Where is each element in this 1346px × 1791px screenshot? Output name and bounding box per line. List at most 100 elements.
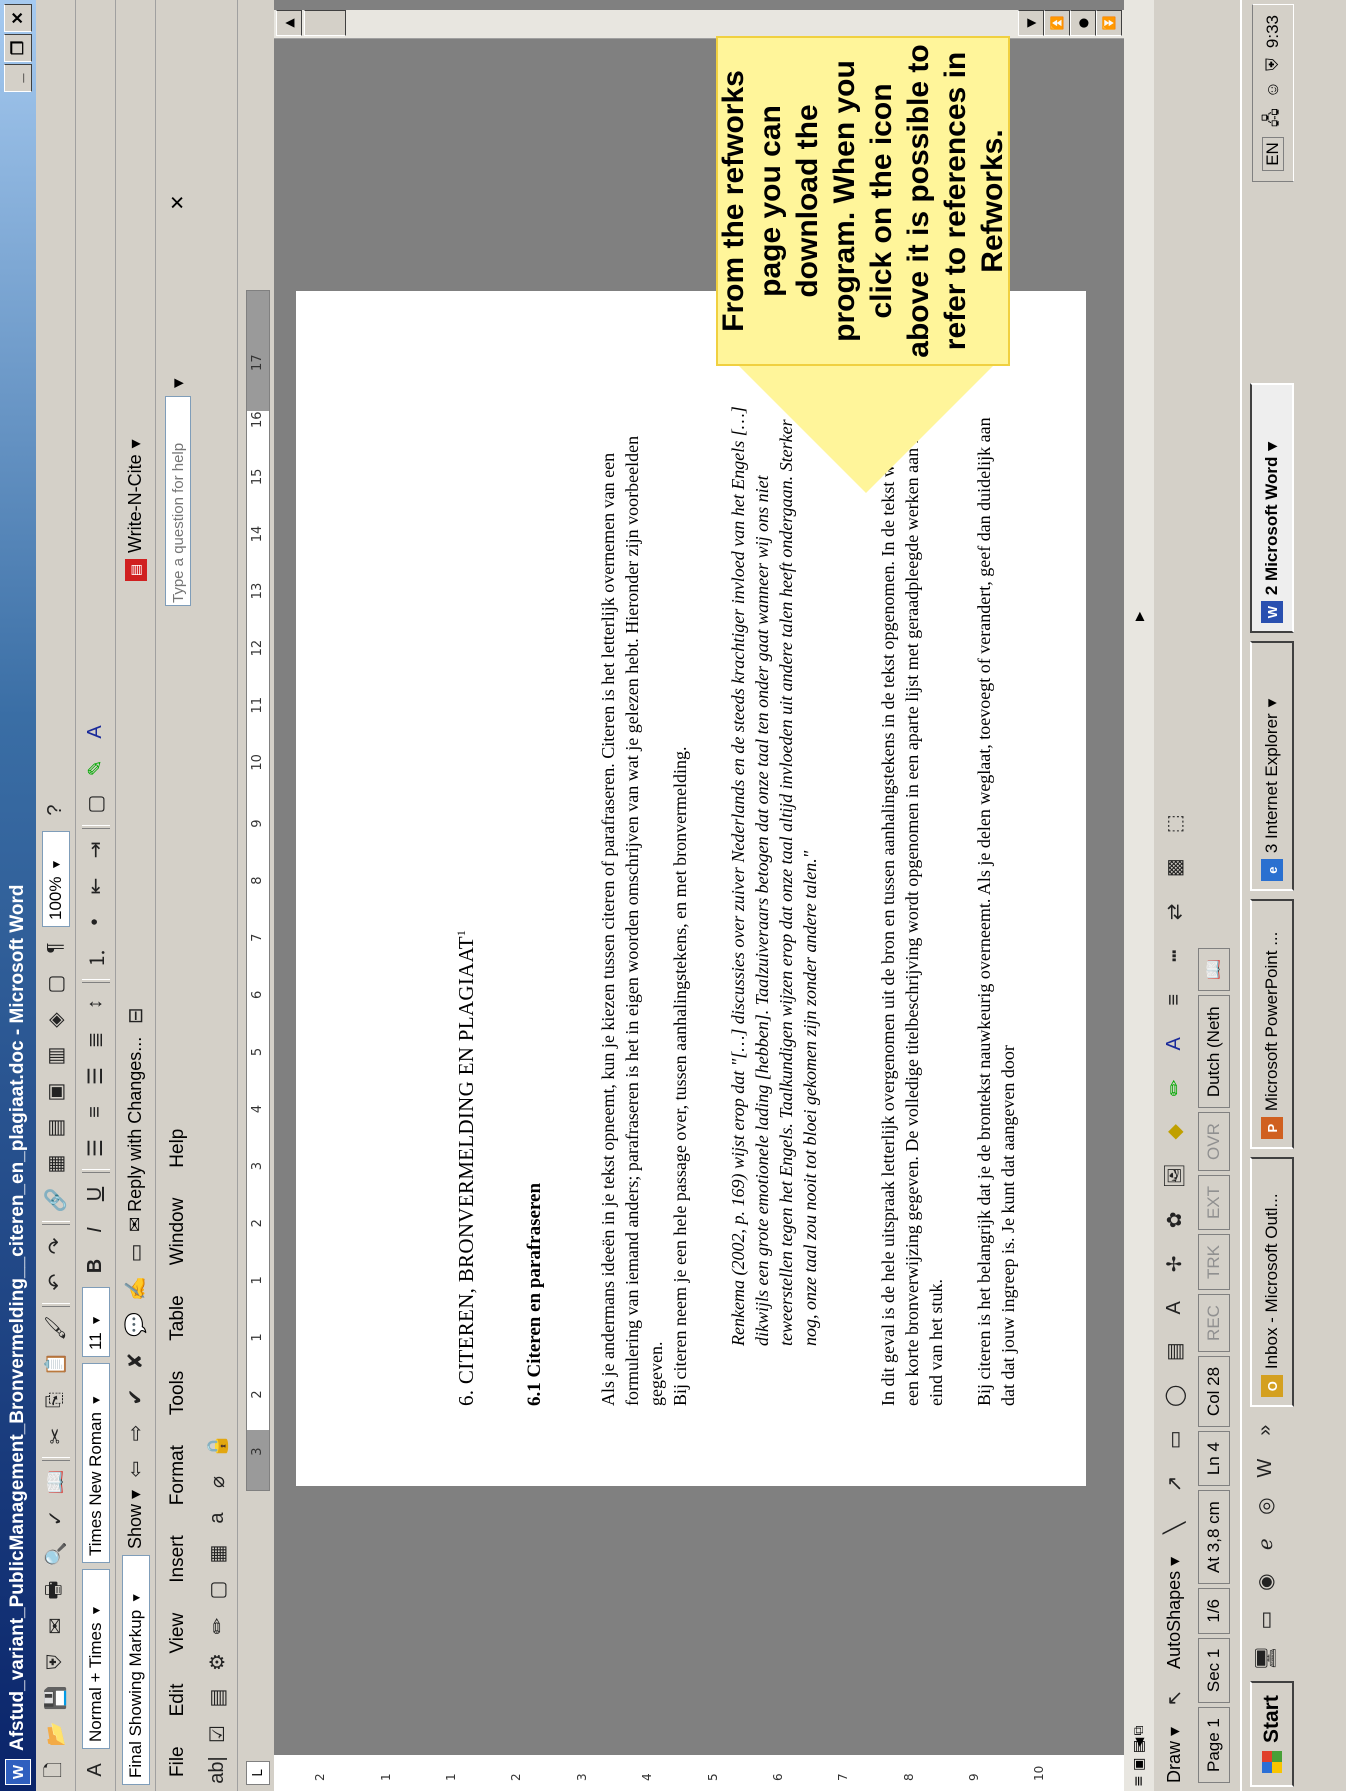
scroll-down-icon[interactable]: ▼ (1018, 10, 1044, 36)
oval-icon[interactable]: ◯ (1159, 1381, 1189, 1411)
accept-change-icon[interactable]: ✔ (121, 1382, 151, 1412)
desktop-icon[interactable]: 🖥 (1250, 1643, 1280, 1673)
restore-button[interactable]: ❐ (4, 34, 32, 62)
3d-icon[interactable]: ⬚ (1159, 809, 1189, 839)
dropdown-field-icon[interactable]: ▤ (203, 1683, 233, 1713)
tables-borders-icon[interactable]: ▦ (41, 1149, 71, 1179)
network-icon[interactable]: 🖧 (1259, 108, 1288, 127)
insert-table-icon[interactable]: ▤ (41, 1113, 71, 1143)
show-menu[interactable]: Show ▾ (125, 1490, 146, 1549)
help-search-input[interactable] (165, 396, 191, 606)
format-painter-icon[interactable]: 🖌 (41, 1313, 71, 1343)
print-icon[interactable]: 🖶 (41, 1575, 71, 1605)
select-browse-object-icon[interactable]: ● (1070, 10, 1096, 36)
menu-view[interactable]: View (167, 1613, 189, 1654)
end-review-icon[interactable]: ⊟ (121, 1001, 151, 1031)
draw-table-icon[interactable]: ✏ (203, 1611, 233, 1641)
autoshapes-menu[interactable]: AutoShapes ▾ (1164, 1557, 1185, 1669)
align-right-icon[interactable]: ☰ (81, 1061, 111, 1091)
menu-file[interactable]: File (167, 1746, 189, 1777)
insert-comment-icon[interactable]: 💬 (121, 1310, 151, 1340)
status-trk[interactable]: TRK (1198, 1234, 1230, 1291)
new-document-icon[interactable]: 🗋 (41, 1755, 71, 1785)
numbering-icon[interactable]: ⒈ (81, 943, 111, 973)
spelling-status-icon[interactable]: 📖 (1198, 948, 1230, 992)
reset-form-icon[interactable]: ⌀ (203, 1467, 233, 1497)
open-folder-icon[interactable]: 📂 (41, 1719, 71, 1749)
help-dropdown-icon[interactable]: ▾ (167, 378, 190, 388)
horizontal-scrollbar[interactable]: ≡ ▣ ▤ ⧉ ◀ ▶ (1124, 0, 1154, 1791)
save-icon[interactable]: 💾 (41, 1683, 71, 1713)
status-rec[interactable]: REC (1198, 1294, 1230, 1352)
copy-icon[interactable]: ⎘ (41, 1385, 71, 1415)
reviewing-pane-icon[interactable]: ▭ (121, 1238, 151, 1268)
menu-tools[interactable]: Tools (167, 1371, 189, 1415)
select-objects-icon[interactable]: ↖ (1159, 1683, 1189, 1713)
drawing-icon[interactable]: ◈ (41, 1005, 71, 1035)
menu-table[interactable]: Table (167, 1295, 189, 1340)
permission-icon[interactable]: ⛨ (41, 1647, 71, 1677)
style-select[interactable]: Normal + Times ▼ (81, 1569, 110, 1749)
messenger-icon[interactable]: ☺ (1263, 81, 1283, 98)
next-page-icon[interactable]: ⏬ (1096, 10, 1122, 36)
align-center-icon[interactable]: ≡ (81, 1097, 111, 1127)
shading-icon[interactable]: a (203, 1503, 233, 1533)
markup-select[interactable]: Final Showing Markup ▼ (121, 1555, 150, 1785)
paste-icon[interactable]: 📋 (41, 1349, 71, 1379)
rectangle-icon[interactable]: ▭ (1159, 1425, 1189, 1455)
bold-icon[interactable]: B (81, 1251, 111, 1281)
insert-frame-icon[interactable]: ▢ (203, 1575, 233, 1605)
increase-indent-icon[interactable]: ⇥ (81, 835, 111, 865)
diagram-icon[interactable]: ✢ (1159, 1249, 1189, 1279)
outlook-icon[interactable]: ◎ (1250, 1491, 1280, 1521)
shadow-icon[interactable]: ▩ (1159, 853, 1189, 883)
field-shading-icon[interactable]: ▦ (203, 1539, 233, 1569)
text-field-icon[interactable]: ab| (203, 1755, 233, 1785)
menu-format[interactable]: Format (167, 1445, 189, 1505)
justify-icon[interactable]: ≣ (81, 1025, 111, 1055)
reply-with-changes-button[interactable]: ✉ Reply with Changes... (125, 1037, 146, 1232)
redo-icon[interactable]: ↷ (41, 1231, 71, 1261)
task-powerpoint[interactable]: P Microsoft PowerPoint ... (1250, 899, 1294, 1150)
italic-icon[interactable]: I (81, 1215, 111, 1245)
close-button[interactable]: ✕ (4, 4, 32, 32)
bullets-icon[interactable]: • (81, 907, 111, 937)
menu-help[interactable]: Help (167, 1129, 189, 1168)
draw-menu[interactable]: Draw ▾ (1164, 1727, 1185, 1783)
hyperlink-icon[interactable]: 🔗 (41, 1185, 71, 1215)
clipart-icon[interactable]: ✿ (1159, 1205, 1189, 1235)
fill-color-icon[interactable]: ◆ (1159, 1117, 1189, 1147)
arrow-style-icon[interactable]: ⇄ (1159, 897, 1189, 927)
undo-icon[interactable]: ↶ (41, 1267, 71, 1297)
vertical-scrollbar[interactable]: ▲ ▼ ⏫ ● ⏬ (274, 10, 1124, 39)
firefox-icon[interactable]: ◉ (1250, 1567, 1280, 1597)
insert-excel-icon[interactable]: ▣ (41, 1077, 71, 1107)
more-icon[interactable]: » (1250, 1415, 1280, 1445)
font-color-icon[interactable]: A (81, 717, 111, 747)
line-spacing-icon[interactable]: ↕ (81, 989, 111, 1019)
reject-change-icon[interactable]: ✘ (121, 1346, 151, 1376)
arrow-icon[interactable]: ↗ (1159, 1469, 1189, 1499)
status-ovr[interactable]: OVR (1198, 1112, 1230, 1171)
start-button[interactable]: Start (1250, 1681, 1294, 1787)
previous-change-icon[interactable]: ⇦ (121, 1454, 151, 1484)
dash-style-icon[interactable]: ┅ (1159, 941, 1189, 971)
highlight-icon[interactable]: ✎ (81, 753, 111, 783)
email-icon[interactable]: ✉ (41, 1611, 71, 1641)
close-document-icon[interactable]: ✕ (167, 195, 190, 211)
textbox-icon[interactable]: ▤ (1159, 1337, 1189, 1367)
writencite-button[interactable]: ▤ Write-N-Cite ▾ (124, 439, 147, 581)
picture-icon[interactable]: 🖼 (1159, 1161, 1189, 1191)
task-outlook[interactable]: O Inbox - Microsoft Outl... (1250, 1157, 1294, 1408)
line-style-icon[interactable]: ≡ (1159, 985, 1189, 1015)
scroll-right-icon[interactable]: ▶ (1132, 612, 1146, 621)
track-changes-icon[interactable]: ✍ (121, 1274, 151, 1304)
styles-formatting-icon[interactable]: A (81, 1755, 111, 1785)
research-icon[interactable]: 📖 (41, 1467, 71, 1497)
border-icon[interactable]: ▢ (81, 789, 111, 819)
view-buttons[interactable]: ≡ ▣ ▤ ⧉ (1131, 1725, 1147, 1787)
columns-icon[interactable]: ▥ (41, 1041, 71, 1071)
font-size-select[interactable]: 11 ▼ (81, 1287, 110, 1357)
spelling-icon[interactable]: ✓ (41, 1503, 71, 1533)
tab-selector[interactable]: L (246, 1761, 270, 1785)
